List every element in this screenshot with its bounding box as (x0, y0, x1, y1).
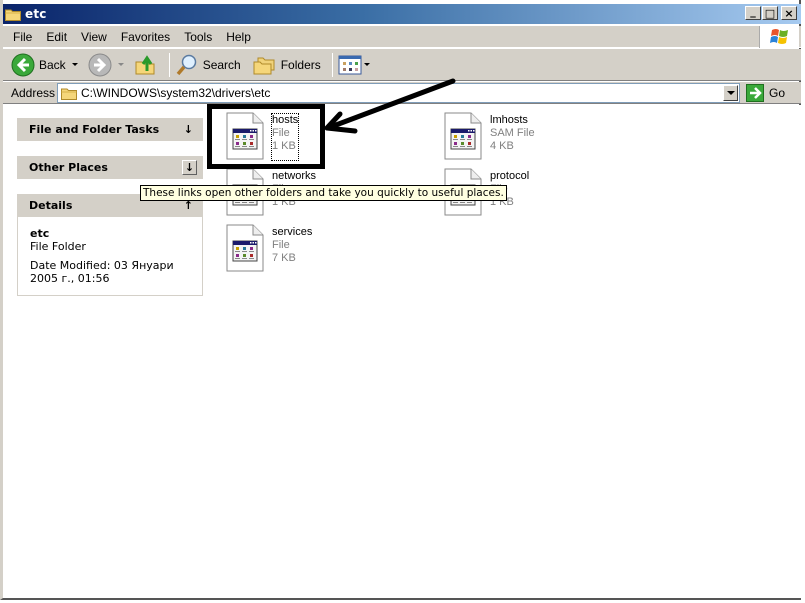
search-button[interactable]: Search (175, 53, 241, 77)
search-label: Search (202, 57, 241, 72)
file-item[interactable]: lmhosts SAM File 4 KB (443, 112, 535, 160)
panel-title: Details (29, 199, 73, 212)
file-icon (443, 112, 483, 160)
file-type: SAM File (490, 127, 535, 139)
file-size: 4 KB (490, 140, 514, 152)
back-label: Back (39, 57, 66, 72)
folder-icon (5, 8, 21, 21)
forward-dropdown-icon[interactable] (117, 63, 124, 66)
panel-header[interactable]: File and Folder Tasks ↓ (17, 118, 203, 141)
address-label: Address (11, 85, 56, 100)
close-button[interactable]: × (781, 6, 797, 20)
details-body: etc File Folder Date Modified: 03 Януари… (17, 217, 203, 296)
back-dropdown-icon[interactable] (71, 63, 78, 66)
details-modified: Date Modified: 03 Януари 2005 г., 01:56 (30, 259, 174, 285)
file-name: services (272, 226, 313, 238)
panel-title: File and Folder Tasks (29, 123, 160, 136)
content-area: File and Folder Tasks ↓ Other Places ↓ D… (3, 105, 801, 598)
folder-icon (61, 87, 77, 100)
toolbar-separator (168, 52, 170, 77)
back-arrow-icon (11, 53, 35, 76)
menu-edit[interactable]: Edit (46, 30, 67, 44)
address-dropdown-button[interactable] (723, 85, 738, 101)
menu-file[interactable]: File (13, 30, 32, 44)
file-item[interactable]: hosts File 1 KB (225, 112, 300, 161)
panel-header[interactable]: Other Places ↓ (17, 156, 203, 179)
file-name: lmhosts (490, 114, 528, 126)
file-name: hosts (272, 114, 299, 126)
address-path: C:\WINDOWS\system32\drivers\etc (81, 86, 271, 100)
file-size: 1 KB (272, 140, 296, 152)
file-type: File (272, 239, 290, 251)
panel-title: Other Places (29, 161, 108, 174)
menu-bar: File Edit View Favorites Tools Help (3, 26, 801, 48)
views-button[interactable] (338, 54, 370, 76)
forward-arrow-icon (88, 53, 112, 76)
tooltip: These links open other folders and take … (140, 185, 507, 201)
panel-details: Details ↑ etc File Folder Date Modified:… (17, 194, 203, 296)
folders-icon (253, 57, 275, 74)
maximize-button[interactable]: □ (762, 6, 778, 20)
file-name: protocol (490, 170, 530, 182)
file-type: File (272, 127, 290, 139)
explorer-window: etc _ □ × File Edit View Favorites Tools… (0, 0, 801, 600)
file-item[interactable]: services File 7 KB (225, 224, 312, 272)
views-dropdown-icon[interactable] (363, 63, 370, 66)
menu-favorites[interactable]: Favorites (121, 30, 170, 44)
file-icon (225, 224, 265, 272)
menu-view[interactable]: View (81, 30, 107, 44)
folders-label: Folders (280, 57, 321, 72)
file-size: 7 KB (272, 252, 296, 264)
up-folder-icon (135, 54, 155, 74)
address-input[interactable]: C:\WINDOWS\system32\drivers\etc (57, 83, 740, 103)
file-icon (225, 112, 265, 160)
maximize-icon: □ (764, 6, 776, 20)
windows-logo-icon (759, 26, 799, 48)
address-bar: Address C:\WINDOWS\system32\drivers\etc … (3, 82, 801, 104)
menu-help[interactable]: Help (226, 30, 251, 44)
minimize-icon: _ (750, 4, 756, 18)
details-type: File Folder (30, 240, 86, 253)
collapse-chevron-icon[interactable]: ↑ (184, 200, 193, 211)
close-icon: × (784, 6, 794, 20)
go-button[interactable]: Go (746, 84, 785, 102)
forward-button[interactable] (88, 53, 124, 77)
chevron-down-icon (726, 91, 735, 95)
views-icon (338, 55, 362, 74)
go-label: Go (769, 86, 786, 100)
details-name: etc (30, 227, 50, 240)
go-arrow-icon (746, 84, 764, 102)
menu-tools[interactable]: Tools (184, 30, 212, 44)
panel-file-folder-tasks: File and Folder Tasks ↓ (17, 118, 203, 141)
expand-chevron-icon[interactable]: ↓ (184, 124, 193, 135)
title-bar[interactable]: etc _ □ × (3, 4, 801, 24)
file-name: networks (272, 170, 317, 182)
back-button[interactable]: Back (11, 53, 78, 77)
folders-button[interactable]: Folders (253, 54, 321, 76)
toolbar-separator (331, 52, 333, 77)
minimize-button[interactable]: _ (745, 6, 761, 20)
panel-other-places: Other Places ↓ (17, 156, 203, 179)
up-folder-button[interactable] (134, 53, 158, 77)
search-icon (176, 54, 196, 75)
expand-chevron-icon[interactable]: ↓ (182, 160, 197, 175)
window-title: etc (25, 7, 47, 21)
toolbar: Back Search Folders (3, 49, 801, 81)
